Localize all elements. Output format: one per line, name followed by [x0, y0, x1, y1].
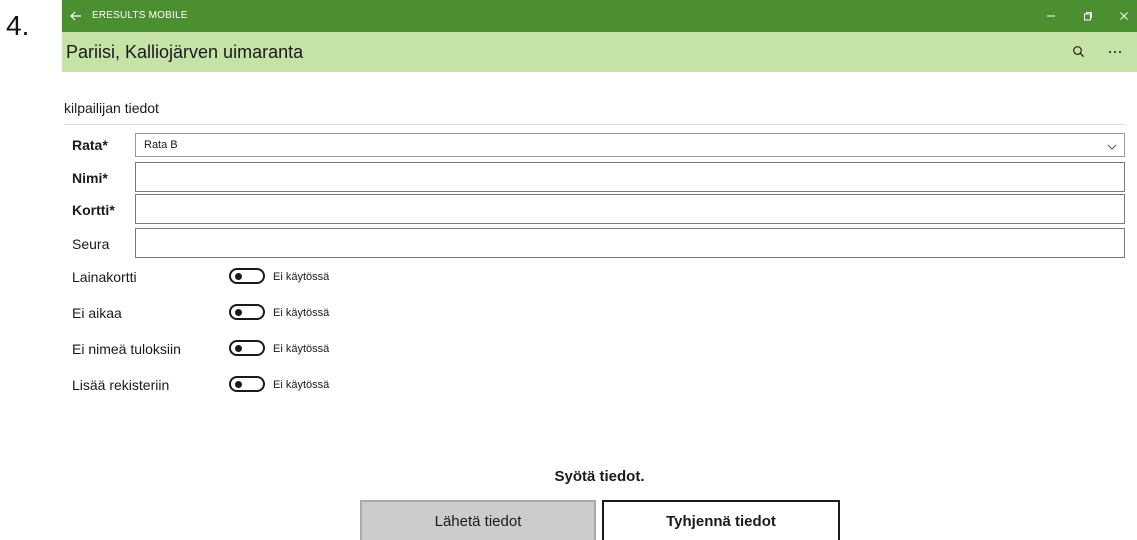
toggle-knob	[235, 381, 242, 388]
minimize-icon[interactable]	[1041, 6, 1061, 26]
page-header: Pariisi, Kalliojärven uimaranta	[62, 32, 1137, 72]
page-title: Pariisi, Kalliojärven uimaranta	[66, 42, 304, 62]
chevron-down-icon	[1106, 140, 1118, 152]
ei-nimea-toggle[interactable]	[229, 340, 265, 356]
search-icon[interactable]	[1069, 42, 1089, 62]
kortti-input[interactable]	[135, 194, 1125, 224]
section-divider	[64, 124, 1125, 125]
close-icon[interactable]	[1114, 6, 1134, 26]
ei-aikaa-toggle[interactable]	[229, 304, 265, 320]
arrow-left-icon[interactable]	[68, 8, 84, 24]
ei-nimea-label: Ei nimeä tuloksiin	[72, 341, 181, 357]
seura-label: Seura	[72, 236, 110, 252]
nimi-input[interactable]	[135, 162, 1125, 192]
rata-label: Rata*	[72, 137, 108, 153]
lisaa-rekisteriin-label: Lisää rekisteriin	[72, 377, 170, 393]
lainakortti-state: Ei käytössä	[273, 271, 330, 283]
send-button[interactable]: Lähetä tiedot	[360, 500, 596, 540]
app-title: ERESULTS MOBILE	[92, 10, 188, 21]
lisaa-rekisteriin-state: Ei käytössä	[273, 379, 330, 391]
lainakortti-toggle[interactable]	[229, 268, 265, 284]
status-message: Syötä tiedot.	[554, 468, 645, 485]
app-window: ERESULTS MOBILE Pariisi, Kalliojärven ui…	[62, 0, 1137, 540]
lainakortti-label: Lainakortti	[72, 269, 137, 285]
section-title: kilpailijan tiedot	[64, 100, 159, 116]
ei-nimea-state: Ei käytössä	[273, 343, 330, 355]
toggle-knob	[235, 345, 242, 352]
ei-aikaa-state: Ei käytössä	[273, 307, 330, 319]
restore-icon[interactable]	[1078, 6, 1098, 26]
ei-aikaa-label: Ei aikaa	[72, 305, 122, 321]
seura-input[interactable]	[135, 228, 1125, 258]
step-number: 4.	[6, 10, 30, 41]
kortti-label: Kortti*	[72, 202, 115, 218]
lisaa-rekisteriin-toggle[interactable]	[229, 376, 265, 392]
rata-selected-value: Rata B	[144, 139, 178, 151]
toggle-knob	[235, 273, 242, 280]
nimi-label: Nimi*	[72, 170, 108, 186]
clear-button[interactable]: Tyhjennä tiedot	[602, 500, 840, 540]
more-icon[interactable]	[1105, 42, 1125, 62]
title-bar: ERESULTS MOBILE	[62, 0, 1137, 32]
rata-select[interactable]: Rata B	[135, 133, 1125, 157]
toggle-knob	[235, 309, 242, 316]
